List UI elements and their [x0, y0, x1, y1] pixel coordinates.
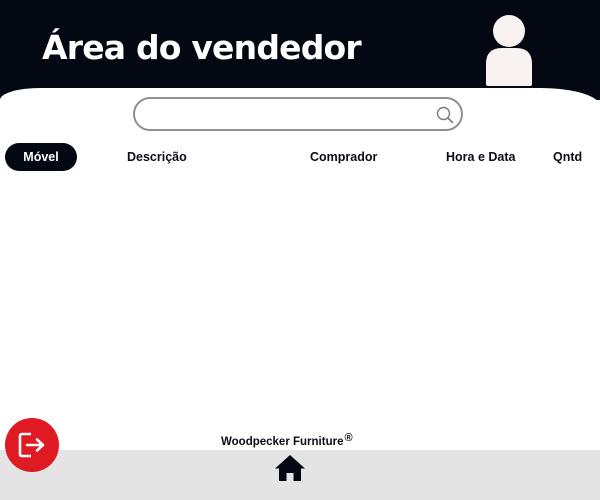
column-tab-movel[interactable]: Móvel: [5, 143, 77, 171]
brand-name: Woodpecker Furniture®: [221, 432, 353, 448]
logout-icon: [18, 432, 45, 458]
page-header: Área do vendedor: [0, 0, 600, 100]
column-tab-comprador[interactable]: Comprador: [310, 143, 377, 171]
search-icon[interactable]: [436, 106, 454, 124]
user-avatar-icon[interactable]: [482, 14, 536, 86]
column-tab-hora-e-data[interactable]: Hora e Data: [446, 143, 515, 171]
brand-text: Woodpecker Furniture: [221, 436, 344, 448]
registered-mark: ®: [344, 432, 353, 444]
logout-button[interactable]: [5, 418, 59, 472]
home-icon[interactable]: [274, 453, 306, 483]
column-tab-descricao[interactable]: Descrição: [127, 143, 187, 171]
column-tab-qntd[interactable]: Qntd: [553, 143, 582, 171]
search-bar: [133, 97, 463, 131]
page-title: Área do vendedor: [42, 28, 362, 67]
search-input[interactable]: [149, 99, 433, 131]
